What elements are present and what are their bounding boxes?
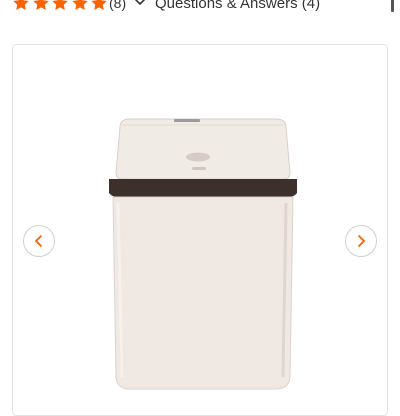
star-icon [12,0,30,12]
scrollbar[interactable] [391,0,394,12]
chevron-right-icon [354,234,368,248]
rating-bar: (8) Questions & Answers (4) [0,0,400,16]
star-rating[interactable] [12,0,110,14]
star-icon [32,0,50,12]
chevron-left-icon [32,234,46,248]
chevron-down-icon[interactable] [131,0,149,6]
questions-answers-link[interactable]: Questions & Answers (4) [155,0,320,12]
star-icon [90,0,108,12]
star-icon [51,0,69,12]
product-image[interactable] [108,115,298,395]
product-image-card [12,44,388,416]
star-icon [71,0,89,12]
review-count[interactable]: (8) [109,0,126,11]
previous-image-button[interactable] [23,225,55,257]
next-image-button[interactable] [345,225,377,257]
